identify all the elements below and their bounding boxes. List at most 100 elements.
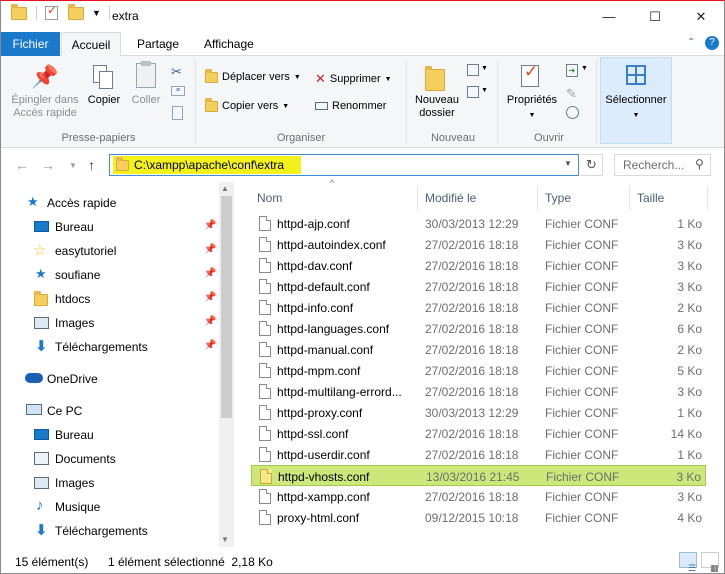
tab-home[interactable]: Accueil [61,32,121,57]
new-folder-icon[interactable] [68,3,84,20]
table-row[interactable]: httpd-languages.conf 27/02/2016 18:18 Fich… [251,318,706,339]
chevron-down-icon: ▼ [384,75,392,83]
column-header-modified[interactable]: Modifié le [425,186,476,210]
table-row[interactable]: httpd-vhosts.conf 13/03/2016 21:45 Fichier… [251,465,706,486]
scroll-up-icon[interactable]: ▲ [221,184,229,193]
table-row[interactable]: httpd-userdir.conf 27/02/2016 18:18 Fichie… [251,444,706,465]
chevron-down-icon[interactable]: ▼ [581,65,588,72]
refresh-button[interactable]: ↻ [581,154,603,176]
maximize-button[interactable]: ☐ [632,1,678,32]
column-divider[interactable] [537,186,538,210]
nav-item-images[interactable]: Images 📌 [1,311,219,335]
properties-check-icon[interactable]: ✓ [45,3,58,20]
table-row[interactable]: httpd-ssl.conf 27/02/2016 18:18 Fichier CO… [251,423,706,444]
column-divider[interactable] [629,186,630,210]
delete-button[interactable]: ✕ Supprimer ▼ [315,71,392,87]
tab-view[interactable]: Affichage [194,32,264,56]
pin-icon[interactable]: 📌 [204,268,216,279]
help-icon[interactable]: ? [705,36,719,50]
table-row[interactable]: httpd-xampp.conf 27/02/2016 18:18 Fichier … [251,486,706,507]
file-icon [259,426,271,441]
cut-icon[interactable]: ✂ [171,64,182,80]
pin-icon[interactable]: 📌 [204,340,216,351]
nav-item-soufiane[interactable]: ★ soufiane 📌 [1,263,219,287]
table-row[interactable]: httpd-dav.conf 27/02/2016 18:18 Fichier CO… [251,255,706,276]
tab-share[interactable]: Partage [127,32,189,56]
table-row[interactable]: httpd-default.conf 27/02/2016 18:18 Fichie… [251,276,706,297]
edit-icon[interactable]: ✎ [566,86,577,102]
column-header-type[interactable]: Type [545,186,571,210]
details-view-button[interactable]: ☰ [679,552,697,573]
table-row[interactable]: httpd-ajp.conf 30/03/2013 12:29 Fichier CO… [251,213,706,234]
select-button[interactable]: Sélectionner ▼ [600,57,672,144]
nav-item-bureau[interactable]: Bureau 📌 [1,215,219,239]
column-header-name[interactable]: Nom [257,186,282,210]
nav-this-pc[interactable]: Ce PC [1,399,219,423]
recent-chevron-icon[interactable]: ▼ [69,161,77,170]
table-row[interactable]: httpd-mpm.conf 27/02/2016 18:18 Fichier CO… [251,360,706,381]
move-to-button[interactable]: Déplacer vers ▼ [205,68,301,83]
move-label: Déplacer vers [222,71,290,83]
pin-icon[interactable]: 📌 [204,316,216,327]
table-row[interactable]: httpd-multilang-errord... 27/02/2016 18:1… [251,381,706,402]
minimize-button[interactable]: — [586,1,632,32]
new-item-icon[interactable] [467,64,479,76]
nav-pc-documents[interactable]: Documents [1,447,219,471]
new-folder-button[interactable]: Nouveau dossier [410,60,464,120]
address-bar[interactable]: C:\xampp\apache\conf\extra ▼ [109,154,579,176]
close-button[interactable]: ✕ [678,1,724,32]
table-row[interactable]: httpd-manual.conf 27/02/2016 18:18 Fichier… [251,339,706,360]
nav-item-htdocs[interactable]: htdocs 📌 [1,287,219,311]
back-arrow-icon[interactable]: ← [15,157,29,173]
nav-label: soufiane [55,268,101,282]
pin-icon[interactable]: 📌 [204,220,216,231]
nav-pc-downloads[interactable]: ⬇ Téléchargements [1,519,219,543]
chevron-down-icon[interactable]: ▼ [564,159,572,168]
column-divider[interactable] [707,186,708,210]
customize-toolbar-icon[interactable]: ▼ [92,8,101,18]
forward-arrow-icon[interactable]: → [41,157,55,173]
table-row[interactable]: httpd-proxy.conf 30/03/2013 12:29 Fichier … [251,402,706,423]
paste-button[interactable]: Coller [127,60,165,107]
table-row[interactable]: httpd-autoindex.conf 27/02/2016 18:18 Fich… [251,234,706,255]
search-input[interactable]: Recherch... ⚲ [614,154,711,176]
nav-item-easytutoriel[interactable]: ☆ easytutoriel 📌 [1,239,219,263]
copy-path-icon[interactable]: ≡ [171,86,185,96]
file-icon [259,321,271,336]
large-icons-view-button[interactable]: ▦ [701,552,719,573]
collapse-ribbon-icon[interactable]: ⌃ [687,37,695,48]
copy-to-button[interactable]: Copier vers ▼ [205,97,289,112]
nav-pc-images[interactable]: Images [1,471,219,495]
scroll-down-icon[interactable]: ▼ [221,535,229,544]
tab-file[interactable]: Fichier [1,32,60,56]
open-icon[interactable]: ➜ [566,64,578,77]
properties-button[interactable]: ✓ Propriétés ▼ [501,60,563,122]
file-name: httpd-ssl.conf [277,427,349,441]
pin-quick-access-button[interactable]: 📌 Épingler dans Accès rapide [7,60,83,120]
nav-item-downloads[interactable]: ⬇ Téléchargements 📌 [1,335,219,359]
nav-pc-bureau[interactable]: Bureau [1,423,219,447]
column-divider[interactable] [417,186,418,210]
file-name: httpd-vhosts.conf [278,470,370,484]
organize-group-label: Organiser [276,132,326,144]
table-row[interactable]: proxy-html.conf 09/12/2015 10:18 Fichier C… [251,507,706,528]
nav-onedrive[interactable]: OneDrive [1,367,219,391]
file-date: 27/02/2016 18:18 [425,385,519,399]
pin-icon[interactable]: 📌 [204,292,216,303]
nav-quick-access[interactable]: ★ Accès rapide [1,191,219,215]
pin-icon[interactable]: 📌 [204,244,216,255]
chevron-down-icon[interactable]: ▼ [481,65,488,72]
column-header-size[interactable]: Taille [637,186,664,210]
rename-button[interactable]: Renommer [315,100,386,112]
copy-button[interactable]: Copier [85,60,123,107]
nav-pc-music[interactable]: ♪ Musique [1,495,219,519]
chevron-down-icon[interactable]: ▼ [481,87,488,94]
chevron-down-icon: ▼ [293,73,301,81]
table-row[interactable]: httpd-info.conf 27/02/2016 18:18 Fichier C… [251,297,706,318]
history-icon[interactable] [566,106,579,119]
paste-shortcut-icon[interactable] [172,106,183,120]
easy-access-icon[interactable] [467,86,479,98]
nav-label: Musique [55,500,101,514]
nav-scroll-thumb[interactable] [221,196,232,418]
up-arrow-icon[interactable]: ↑ [88,157,95,173]
